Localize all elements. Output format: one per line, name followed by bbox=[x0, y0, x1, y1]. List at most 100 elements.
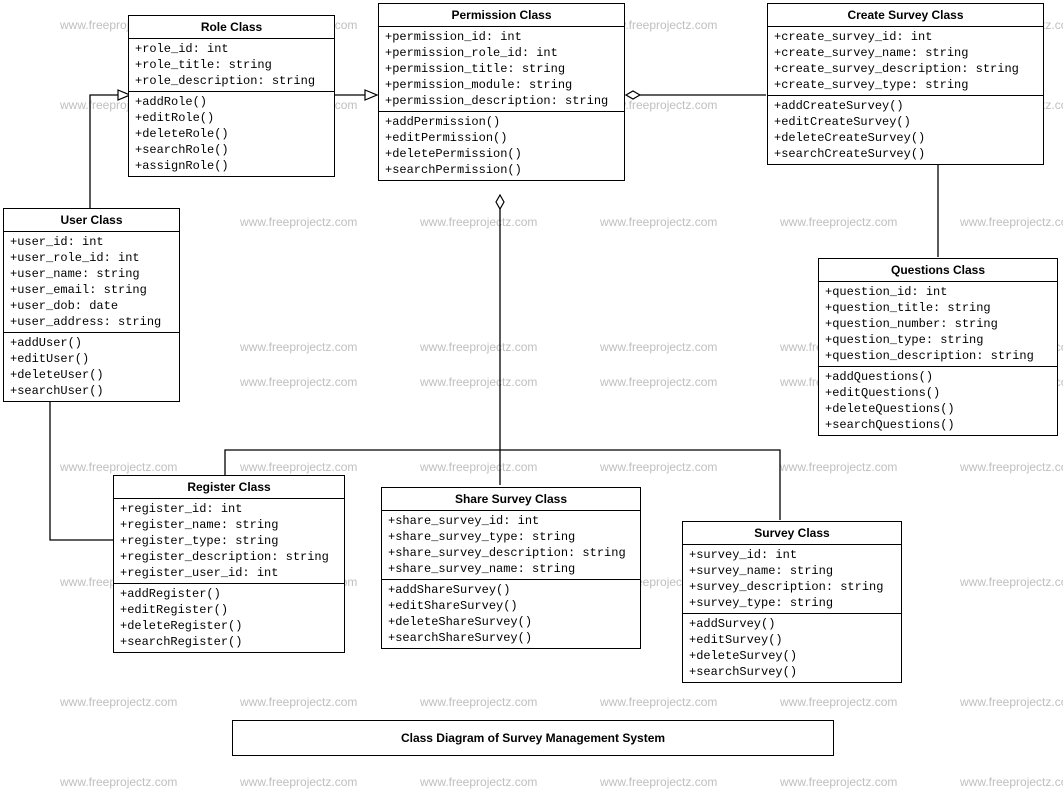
diagram-canvas: www.freeprojectz.com www.freeprojectz.com… bbox=[0, 0, 1063, 792]
attr: +permission_role_id: int bbox=[385, 45, 618, 61]
attr: +share_survey_type: string bbox=[388, 529, 634, 545]
op: +addRole() bbox=[135, 94, 328, 110]
attr: +survey_description: string bbox=[689, 579, 895, 595]
class-title: Create Survey Class bbox=[768, 4, 1043, 27]
class-attrs: +permission_id: int +permission_role_id:… bbox=[379, 27, 624, 112]
class-title: Questions Class bbox=[819, 259, 1057, 282]
op: +editShareSurvey() bbox=[388, 598, 634, 614]
attr: +question_number: string bbox=[825, 316, 1051, 332]
op: +searchSurvey() bbox=[689, 664, 895, 680]
watermark-text: www.freeprojectz.com bbox=[780, 695, 897, 709]
watermark-text: www.freeprojectz.com bbox=[960, 695, 1063, 709]
class-attrs: +role_id: int +role_title: string +role_… bbox=[129, 39, 334, 92]
watermark-text: www.freeprojectz.com bbox=[60, 775, 177, 789]
watermark-text: www.freeprojectz.com bbox=[960, 775, 1063, 789]
attr: +survey_name: string bbox=[689, 563, 895, 579]
attr: +question_id: int bbox=[825, 284, 1051, 300]
class-attrs: +create_survey_id: int +create_survey_na… bbox=[768, 27, 1043, 96]
op: +addPermission() bbox=[385, 114, 618, 130]
op: +deletePermission() bbox=[385, 146, 618, 162]
op: +addCreateSurvey() bbox=[774, 98, 1037, 114]
op: +deleteUser() bbox=[10, 367, 173, 383]
class-title: User Class bbox=[4, 209, 179, 232]
watermark-text: www.freeprojectz.com bbox=[420, 695, 537, 709]
op: +addSurvey() bbox=[689, 616, 895, 632]
watermark-text: www.freeprojectz.com bbox=[960, 460, 1063, 474]
attr: +role_description: string bbox=[135, 73, 328, 89]
watermark-text: www.freeprojectz.com bbox=[420, 375, 537, 389]
attr: +question_description: string bbox=[825, 348, 1051, 364]
op: +editRegister() bbox=[120, 602, 338, 618]
attr: +user_role_id: int bbox=[10, 250, 173, 266]
class-attrs: +survey_id: int +survey_name: string +su… bbox=[683, 545, 901, 614]
op: +editPermission() bbox=[385, 130, 618, 146]
attr: +permission_description: string bbox=[385, 93, 618, 109]
class-title: Share Survey Class bbox=[382, 488, 640, 511]
op: +deleteCreateSurvey() bbox=[774, 130, 1037, 146]
watermark-text: www.freeprojectz.com bbox=[240, 695, 357, 709]
attr: +question_title: string bbox=[825, 300, 1051, 316]
diagram-caption: Class Diagram of Survey Management Syste… bbox=[232, 720, 834, 756]
op: +searchPermission() bbox=[385, 162, 618, 178]
class-user: User Class +user_id: int +user_role_id: … bbox=[3, 208, 180, 402]
watermark-text: www.freeprojectz.com bbox=[960, 215, 1063, 229]
watermark-text: www.freeprojectz.com bbox=[600, 775, 717, 789]
class-permission: Permission Class +permission_id: int +pe… bbox=[378, 3, 625, 181]
attr: +permission_title: string bbox=[385, 61, 618, 77]
op: +searchQuestions() bbox=[825, 417, 1051, 433]
op: +searchCreateSurvey() bbox=[774, 146, 1037, 162]
attr: +register_name: string bbox=[120, 517, 338, 533]
watermark-text: www.freeprojectz.com bbox=[780, 775, 897, 789]
class-ops: +addShareSurvey() +editShareSurvey() +de… bbox=[382, 580, 640, 648]
watermark-text: www.freeprojectz.com bbox=[600, 340, 717, 354]
class-share-survey: Share Survey Class +share_survey_id: int… bbox=[381, 487, 641, 649]
class-role: Role Class +role_id: int +role_title: st… bbox=[128, 15, 335, 177]
watermark-text: www.freeprojectz.com bbox=[240, 215, 357, 229]
op: +assignRole() bbox=[135, 158, 328, 174]
op: +searchRole() bbox=[135, 142, 328, 158]
attr: +create_survey_name: string bbox=[774, 45, 1037, 61]
attr: +user_name: string bbox=[10, 266, 173, 282]
class-register: Register Class +register_id: int +regist… bbox=[113, 475, 345, 653]
class-attrs: +register_id: int +register_name: string… bbox=[114, 499, 344, 584]
watermark-text: www.freeprojectz.com bbox=[960, 575, 1063, 589]
attr: +register_id: int bbox=[120, 501, 338, 517]
op: +deleteShareSurvey() bbox=[388, 614, 634, 630]
watermark-text: www.freeprojectz.com bbox=[780, 460, 897, 474]
watermark-text: www.freeprojectz.com bbox=[600, 215, 717, 229]
watermark-text: www.freeprojectz.com bbox=[240, 340, 357, 354]
class-title: Role Class bbox=[129, 16, 334, 39]
class-questions: Questions Class +question_id: int +quest… bbox=[818, 258, 1058, 436]
op: +deleteQuestions() bbox=[825, 401, 1051, 417]
attr: +user_id: int bbox=[10, 234, 173, 250]
class-ops: +addSurvey() +editSurvey() +deleteSurvey… bbox=[683, 614, 901, 682]
op: +editRole() bbox=[135, 110, 328, 126]
attr: +permission_id: int bbox=[385, 29, 618, 45]
op: +deleteSurvey() bbox=[689, 648, 895, 664]
attr: +user_dob: date bbox=[10, 298, 173, 314]
attr: +create_survey_type: string bbox=[774, 77, 1037, 93]
attr: +register_type: string bbox=[120, 533, 338, 549]
op: +addShareSurvey() bbox=[388, 582, 634, 598]
watermark-text: www.freeprojectz.com bbox=[240, 775, 357, 789]
class-attrs: +question_id: int +question_title: strin… bbox=[819, 282, 1057, 367]
op: +editUser() bbox=[10, 351, 173, 367]
op: +searchShareSurvey() bbox=[388, 630, 634, 646]
attr: +create_survey_id: int bbox=[774, 29, 1037, 45]
watermark-text: www.freeprojectz.com bbox=[60, 460, 177, 474]
attr: +user_email: string bbox=[10, 282, 173, 298]
watermark-text: www.freeprojectz.com bbox=[240, 460, 357, 474]
watermark-text: www.freeprojectz.com bbox=[420, 340, 537, 354]
attr: +permission_module: string bbox=[385, 77, 618, 93]
op: +addUser() bbox=[10, 335, 173, 351]
attr: +share_survey_name: string bbox=[388, 561, 634, 577]
attr: +register_user_id: int bbox=[120, 565, 338, 581]
op: +searchRegister() bbox=[120, 634, 338, 650]
attr: +create_survey_description: string bbox=[774, 61, 1037, 77]
attr: +survey_type: string bbox=[689, 595, 895, 611]
op: +addQuestions() bbox=[825, 369, 1051, 385]
attr: +share_survey_description: string bbox=[388, 545, 634, 561]
attr: +role_id: int bbox=[135, 41, 328, 57]
watermark-text: www.freeprojectz.com bbox=[240, 375, 357, 389]
attr: +share_survey_id: int bbox=[388, 513, 634, 529]
